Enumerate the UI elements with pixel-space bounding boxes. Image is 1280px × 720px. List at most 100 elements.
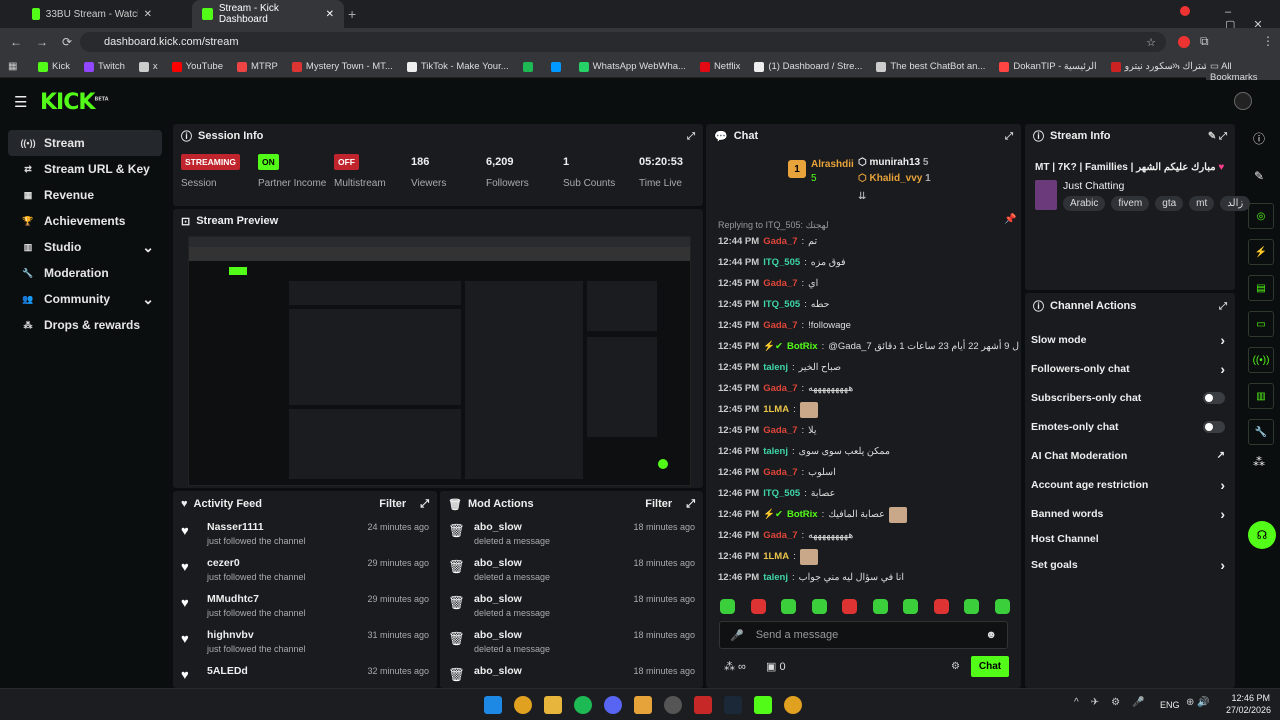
profile-icon[interactable]	[1180, 6, 1190, 16]
address-bar[interactable]: dashboard.kick.com/stream ☆	[80, 32, 1166, 52]
emote-icon[interactable]	[872, 599, 888, 614]
channel-action-slow-mode[interactable]: Slow mode ›	[1025, 325, 1235, 354]
filter-button[interactable]: Filter	[379, 498, 406, 510]
chat-input[interactable]: 🎤 Send a message ☻	[719, 621, 1008, 649]
chat-username[interactable]: 1LMA	[763, 551, 789, 562]
tag[interactable]: mt	[1189, 196, 1215, 211]
username[interactable]: abo_slow	[474, 557, 550, 569]
file-explorer-icon[interactable]	[544, 696, 562, 714]
language-indicator[interactable]: ENG	[1160, 700, 1180, 710]
username[interactable]: abo_slow	[474, 629, 550, 641]
settings-icon[interactable]: ⚙	[951, 661, 960, 672]
username[interactable]: 5ALEDd	[207, 665, 248, 677]
bookmark[interactable]: Kick	[38, 61, 70, 72]
emote-icon[interactable]	[811, 599, 827, 614]
chrome-icon[interactable]	[514, 696, 532, 714]
stream-video[interactable]	[188, 236, 691, 486]
tag[interactable]: gta	[1155, 196, 1184, 211]
sidebar-item-drops-rewards[interactable]: ⁂ Drops & rewards	[8, 312, 162, 338]
send-chat-button[interactable]: Chat	[971, 656, 1009, 677]
bookmark[interactable]: (1) Dashboard / Stre...	[754, 61, 862, 72]
channel-action-subscribers-only-chat[interactable]: Subscribers-only chat	[1025, 383, 1235, 412]
username[interactable]: Nasser1111	[207, 521, 306, 533]
tag[interactable]: fivem	[1111, 196, 1150, 211]
support-button[interactable]: ☊	[1248, 521, 1276, 549]
clock[interactable]: 12:46 PM 27/02/2026	[1226, 693, 1271, 715]
close-icon[interactable]: ✕	[326, 9, 334, 20]
chat-username[interactable]: Gada_7	[763, 530, 797, 541]
star-icon[interactable]: ☆	[1146, 36, 1156, 49]
pin-icon[interactable]: 📌	[1004, 214, 1016, 225]
sidebar-item-achievements[interactable]: 🏆 Achievements	[8, 208, 162, 234]
chat-username[interactable]: talenj	[763, 446, 788, 457]
channel-action-account-age-restriction[interactable]: Account age restriction ›	[1025, 470, 1235, 499]
expand-icon[interactable]: ⤢	[686, 498, 695, 511]
bookmark[interactable]	[522, 61, 537, 72]
emote-icon[interactable]	[781, 599, 797, 614]
top-gifter-name[interactable]: Alrashdii	[811, 159, 854, 170]
mic-icon[interactable]: 🎤	[730, 629, 744, 642]
chat-username[interactable]: talenj	[763, 572, 788, 583]
channel-action-emotes-only-chat[interactable]: Emotes-only chat	[1025, 412, 1235, 441]
chrome-icon[interactable]	[784, 696, 802, 714]
sidebar-item-stream-url-key[interactable]: ⇄ Stream URL & Key	[8, 156, 162, 182]
expand-icon[interactable]: ⤢	[420, 498, 429, 511]
obs-icon[interactable]	[664, 696, 682, 714]
tag[interactable]: Arabic	[1063, 196, 1106, 211]
bookmark[interactable]: YouTube	[171, 61, 223, 72]
chat-username[interactable]: 1LMA	[763, 404, 789, 415]
chat-username[interactable]: Gada_7	[763, 467, 797, 478]
bookmark[interactable]: Mystery Town - MT...	[291, 61, 393, 72]
expand-icon[interactable]: ⤢	[1005, 131, 1013, 142]
notes-icon[interactable]	[634, 696, 652, 714]
points-icon[interactable]: ⁂ ∞	[724, 660, 746, 673]
kick-app-icon[interactable]	[754, 696, 772, 714]
expand-icon[interactable]: ⤢	[1219, 301, 1227, 312]
network-icon[interactable]: ⊕ 🔊	[1186, 697, 1210, 708]
category-thumbnail[interactable]	[1035, 180, 1057, 210]
emote-icon[interactable]	[750, 599, 766, 614]
channel-action-followers-only-chat[interactable]: Followers-only chat ›	[1025, 354, 1235, 383]
menu-icon[interactable]: ⋮	[1262, 34, 1274, 48]
emote-icon[interactable]	[933, 599, 949, 614]
gift-icon[interactable]: ⁂	[1238, 455, 1280, 469]
extension-icon[interactable]	[1178, 36, 1190, 48]
chat-username[interactable]: ITQ_505	[763, 257, 800, 268]
sidebar-item-moderation[interactable]: 🔧 Moderation	[8, 260, 162, 286]
sidebar-item-studio[interactable]: ▥ Studio ⌄	[8, 234, 162, 260]
message-icon[interactable]: ▭	[1248, 311, 1274, 337]
emoji-icon[interactable]: ☻	[985, 629, 997, 641]
system-tray[interactable]: ^✈⚙🎤	[1074, 697, 1157, 708]
bookmark[interactable]: TikTok - Make Your...	[406, 61, 509, 72]
username[interactable]: highnvbv	[207, 629, 306, 641]
browser-tab-active[interactable]: Stream - Kick Dashboard ✕	[192, 0, 344, 28]
username[interactable]: cezer0	[207, 557, 306, 569]
bookmark[interactable]: x	[138, 61, 158, 72]
chat-username[interactable]: ITQ_505	[763, 488, 800, 499]
bookmark[interactable]: Twitch	[83, 61, 125, 72]
username[interactable]: MMudhtc7	[207, 593, 306, 605]
chat-username[interactable]: Gada_7	[763, 320, 797, 331]
spotify-icon[interactable]	[574, 696, 592, 714]
layout-icon[interactable]: ▥	[1248, 383, 1274, 409]
edit-icon[interactable]: ✎	[1238, 169, 1280, 183]
sidebar-item-community[interactable]: 👥 Community ⌄	[8, 286, 162, 312]
more-bookmarks-icon[interactable]: »	[1172, 60, 1179, 72]
bookmark[interactable]: MTRP	[236, 61, 278, 72]
user-avatar[interactable]	[1234, 92, 1252, 110]
collapse-icon[interactable]: ⇊	[858, 191, 866, 202]
username[interactable]: abo_slow	[474, 593, 550, 605]
emote-icon[interactable]	[964, 599, 980, 614]
chat-username[interactable]: Gada_7	[763, 278, 797, 289]
chat-username[interactable]: ITQ_505	[763, 299, 800, 310]
kick-logo[interactable]: KICKBETA	[40, 90, 109, 115]
chat-username[interactable]: BotRix	[787, 509, 818, 520]
edit-icon[interactable]: ✎ ⤢	[1208, 131, 1227, 142]
store-icon[interactable]: ▣ 0	[766, 660, 786, 673]
wrench-icon[interactable]: 🔧	[1248, 419, 1274, 445]
gifter-3[interactable]: ⬡ Khalid_vvy 1	[858, 173, 931, 184]
bookmark[interactable]: اشتراك ديسكورد نيترو...	[1110, 61, 1220, 72]
emote-icon[interactable]	[903, 599, 919, 614]
gifter-2[interactable]: ⬡ munirah13 5	[858, 157, 928, 168]
emote-icon[interactable]	[994, 599, 1010, 614]
